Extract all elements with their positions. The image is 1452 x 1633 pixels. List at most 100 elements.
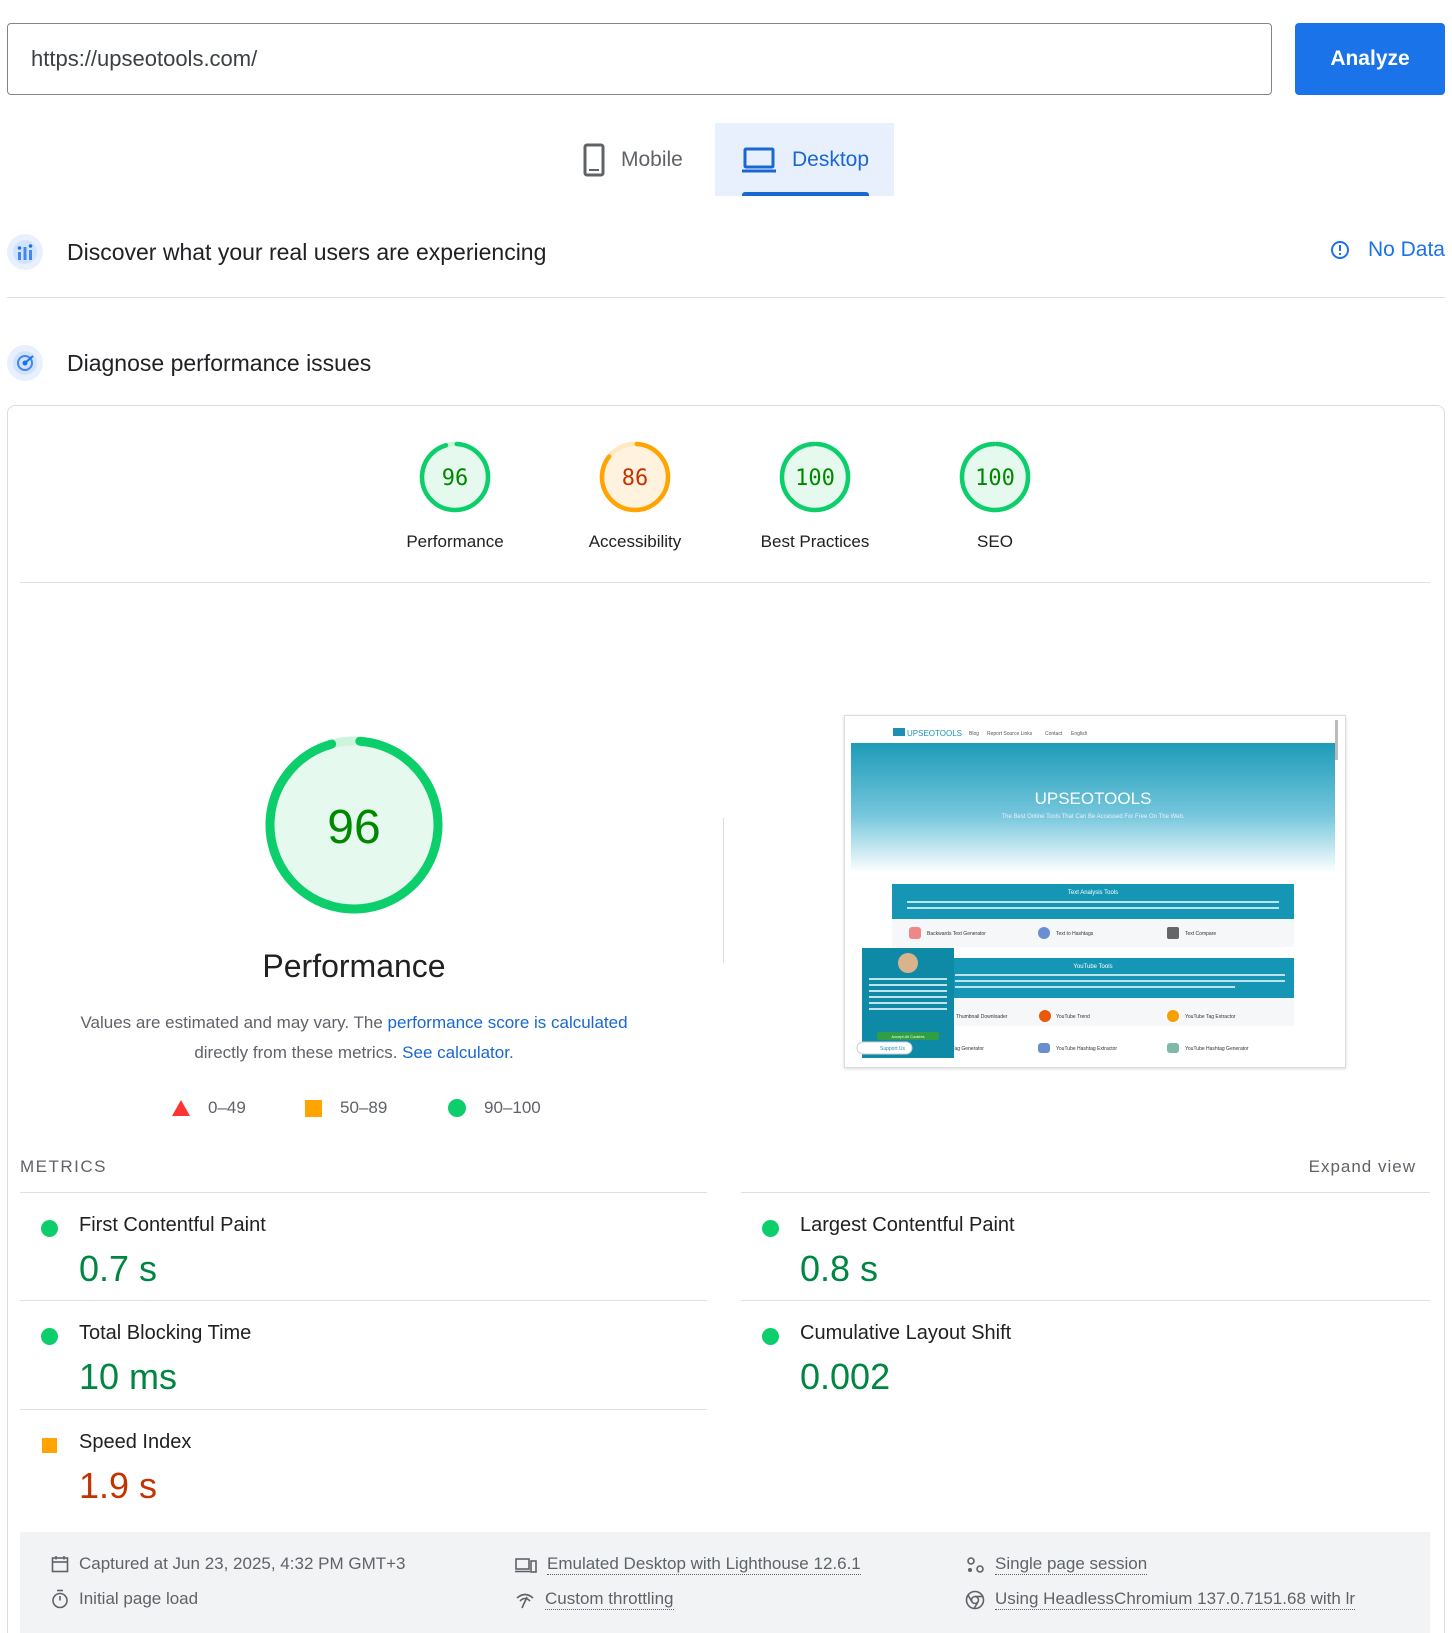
metric-lcp: Largest Contentful Paint 0.8 s xyxy=(741,1192,1421,1300)
gauge-score: 86 xyxy=(622,466,649,491)
divider xyxy=(723,818,724,963)
runtime-throttling[interactable]: Custom throttling xyxy=(515,1589,674,1610)
tool-link: Text to Hashtags xyxy=(1056,931,1094,937)
average-square-icon xyxy=(42,1438,57,1453)
metric-name: Speed Index xyxy=(79,1431,192,1453)
legend-fail: 0–49 xyxy=(172,1098,246,1118)
tab-desktop[interactable]: Desktop xyxy=(715,123,894,196)
analyze-button[interactable]: Analyze xyxy=(1295,23,1445,95)
legend-label: 50–89 xyxy=(340,1098,388,1117)
metric-value: 10 ms xyxy=(79,1356,178,1397)
tab-selected-indicator xyxy=(742,192,869,196)
metric-name: Total Blocking Time xyxy=(79,1322,252,1344)
triangle-icon xyxy=(172,1100,190,1116)
metric-speed-index: Speed Index 1.9 s xyxy=(20,1409,700,1517)
runtime-text: Using HeadlessChromium 137.0.7151.68 wit… xyxy=(995,1589,1356,1610)
gauge-performance[interactable]: 96 Performance xyxy=(375,440,535,552)
cookie-accept: Accept All Cookies xyxy=(891,1034,924,1039)
metric-tbt: Total Blocking Time 10 ms xyxy=(20,1300,700,1408)
pass-circle-icon xyxy=(41,1328,58,1345)
gauge-score: 96 xyxy=(442,466,469,491)
pass-circle-icon xyxy=(41,1220,58,1237)
performance-gauge-large: 96 xyxy=(265,736,443,914)
see-calculator-link[interactable]: See calculator. xyxy=(402,1043,514,1062)
circle-icon xyxy=(448,1099,466,1117)
tool-link: YouTube Tag Extractor xyxy=(1185,1014,1236,1020)
runtime-text: Initial page load xyxy=(79,1589,199,1608)
desc-text: Values are estimated and may vary. The xyxy=(80,1013,388,1032)
lab-data-title: Diagnose performance issues xyxy=(67,349,372,376)
score-calculated-link[interactable]: performance score is calculated xyxy=(388,1013,628,1032)
gauge-seo[interactable]: 100 SEO xyxy=(915,440,1075,552)
field-data-header: Discover what your real users are experi… xyxy=(7,234,1445,270)
runtime-text: Single page session xyxy=(995,1554,1148,1575)
tool-link: YouTube Hashtag Extractor xyxy=(1056,1046,1117,1052)
gauge-score: 100 xyxy=(795,466,835,491)
smartphone-icon xyxy=(583,143,605,176)
field-data-title: Discover what your real users are experi… xyxy=(67,238,547,265)
metric-value: 0.002 xyxy=(800,1356,891,1397)
site-logo: UPSEOTOOLS xyxy=(907,729,962,738)
users-chart-icon xyxy=(7,234,43,270)
runtime-browser[interactable]: Using HeadlessChromium 137.0.7151.68 wit… xyxy=(965,1589,1356,1610)
network-icon xyxy=(516,1593,534,1608)
tool-link: Backwards Text Generator xyxy=(927,931,986,937)
metric-value: 0.7 s xyxy=(79,1248,158,1289)
metric-name: First Contentful Paint xyxy=(79,1214,266,1236)
performance-description: Values are estimated and may vary. The p… xyxy=(30,1008,678,1068)
pass-circle-icon xyxy=(762,1220,779,1237)
site-nav-item: Blog xyxy=(969,731,979,737)
url-input[interactable] xyxy=(7,23,1272,95)
no-data-link[interactable]: No Data xyxy=(1330,238,1445,262)
divider xyxy=(20,582,1430,583)
metric-cls: Cumulative Layout Shift 0.002 xyxy=(741,1300,1421,1408)
metric-name: Cumulative Layout Shift xyxy=(800,1322,1012,1344)
gauge-label: Accessibility xyxy=(588,532,682,551)
legend-pass: 90–100 xyxy=(448,1098,541,1118)
runtime-text: Captured at Jun 23, 2025, 4:32 PM GMT+3 xyxy=(79,1554,406,1573)
diagnose-icon xyxy=(7,345,43,381)
desc-text: directly from these metrics. xyxy=(194,1043,403,1062)
final-screenshot[interactable]: UPSEOTOOLS Blog Report Source Links Cont… xyxy=(844,715,1346,1068)
metric-fcp: First Contentful Paint 0.7 s xyxy=(20,1192,700,1300)
tab-desktop-label: Desktop xyxy=(792,147,870,171)
tool-link: Thumbnail Downloader xyxy=(956,1014,1008,1020)
runtime-emulated[interactable]: Emulated Desktop with Lighthouse 12.6.1 xyxy=(515,1554,861,1575)
tab-mobile[interactable]: Mobile xyxy=(575,123,715,196)
legend-label: 90–100 xyxy=(484,1098,541,1117)
metrics-heading: METRICS xyxy=(20,1157,107,1176)
tool-link: Text Compare xyxy=(1185,931,1216,937)
runtime-load: Initial page load xyxy=(51,1589,198,1609)
gauge-label: Best Practices xyxy=(760,532,870,551)
legend-average: 50–89 xyxy=(305,1098,387,1118)
runtime-text: Custom throttling xyxy=(545,1589,674,1610)
calendar-icon xyxy=(51,1556,69,1573)
performance-score-large: 96 xyxy=(327,801,380,854)
tool-link: YouTube Hashtag Generator xyxy=(1185,1046,1249,1052)
laptop-icon xyxy=(742,147,776,172)
gauge-label: SEO xyxy=(977,532,1013,551)
runtime-settings: Captured at Jun 23, 2025, 4:32 PM GMT+3 … xyxy=(20,1532,1430,1633)
section-title: YouTube Tools xyxy=(1073,964,1112,970)
runtime-session[interactable]: Single page session xyxy=(965,1554,1148,1575)
runtime-captured: Captured at Jun 23, 2025, 4:32 PM GMT+3 xyxy=(51,1554,406,1574)
gauge-accessibility[interactable]: 86 Accessibility xyxy=(555,440,715,552)
gauge-best-practices[interactable]: 100 Best Practices xyxy=(735,440,895,552)
support-link: Support Us xyxy=(880,1046,906,1052)
metric-value: 0.8 s xyxy=(800,1248,879,1289)
no-data-label: No Data xyxy=(1367,238,1445,261)
site-nav-item: Contact xyxy=(1045,731,1063,737)
expand-view-toggle[interactable]: Expand view xyxy=(1309,1157,1416,1177)
pass-circle-icon xyxy=(762,1328,779,1345)
tool-link: YouTube Trend xyxy=(1056,1014,1090,1020)
devices-icon xyxy=(515,1557,537,1573)
site-nav-item: Report Source Links xyxy=(987,731,1033,737)
square-icon xyxy=(305,1099,322,1117)
chrome-icon xyxy=(965,1590,985,1609)
legend-label: 0–49 xyxy=(208,1098,246,1117)
metric-name: Largest Contentful Paint xyxy=(800,1214,1015,1236)
section-title: Text Analysis Tools xyxy=(1068,890,1118,896)
tab-mobile-label: Mobile xyxy=(621,147,683,171)
hero-title: UPSEOTOOLS xyxy=(1035,789,1152,808)
timer-icon xyxy=(52,1589,68,1609)
